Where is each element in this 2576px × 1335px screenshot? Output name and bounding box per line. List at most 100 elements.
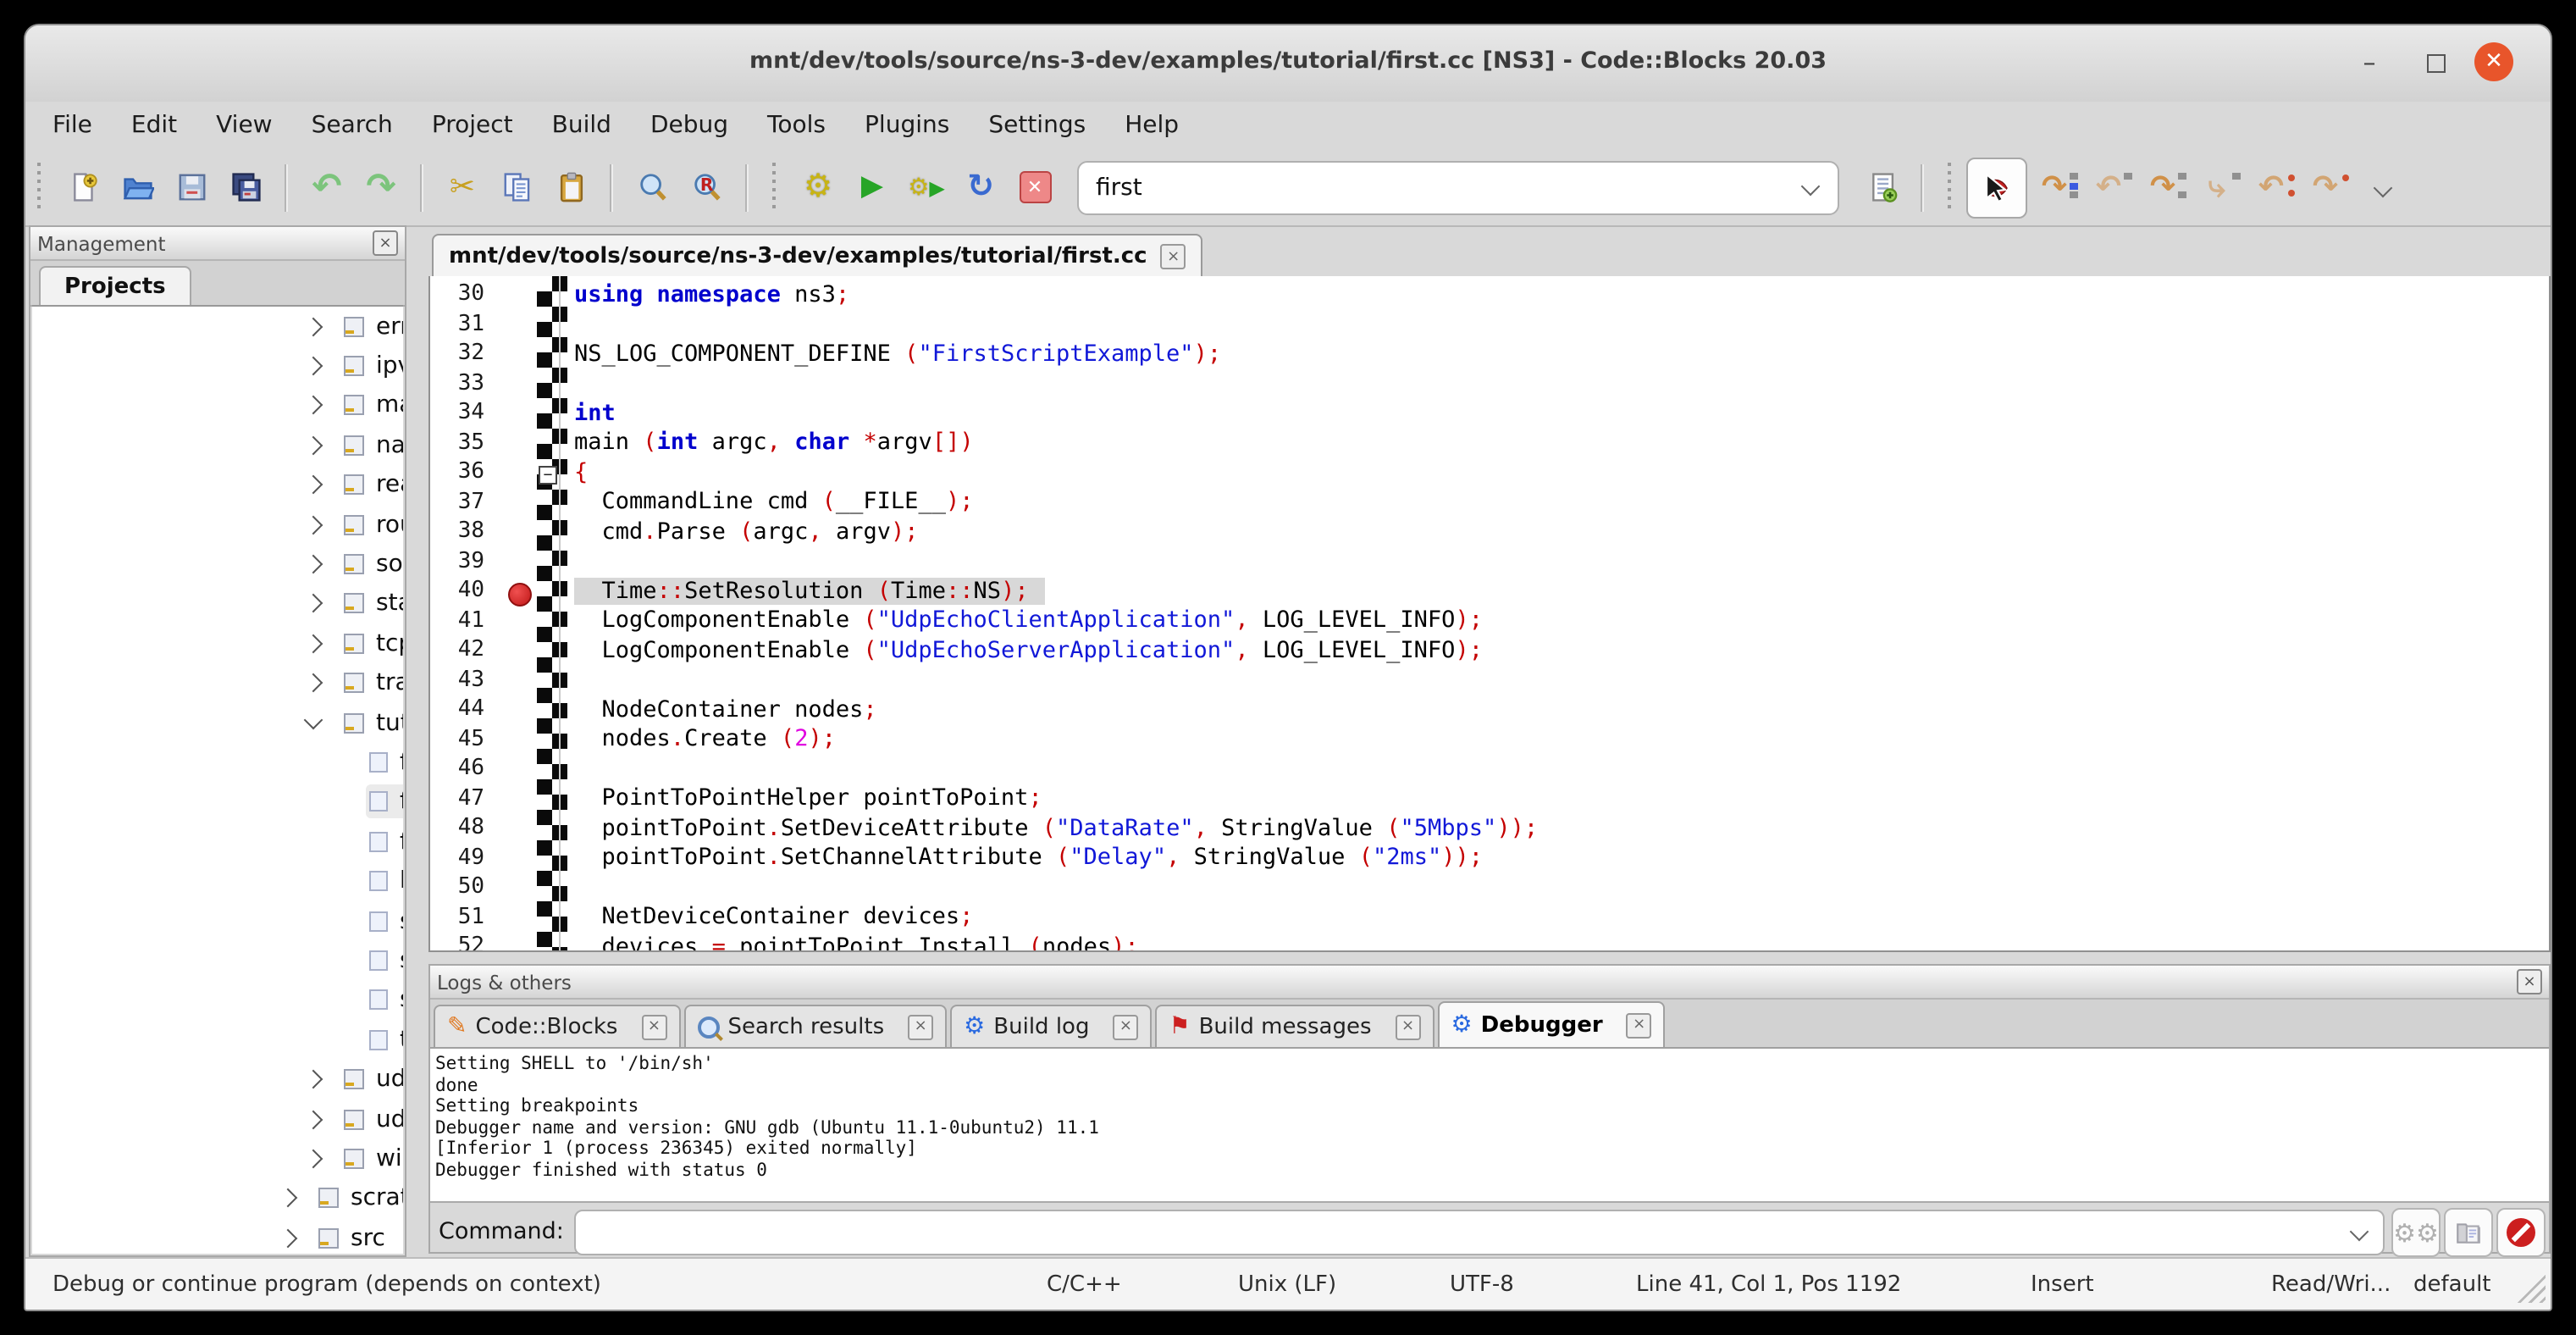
chevron-right-icon[interactable]: [304, 1110, 323, 1129]
line-number[interactable]: 37: [430, 490, 484, 515]
chevron-right-icon[interactable]: [304, 1149, 323, 1168]
chevron-right-icon[interactable]: [279, 1188, 298, 1208]
code-line-47[interactable]: 47 PointToPointHelper pointToPoint;: [430, 784, 2549, 813]
chevron-right-icon[interactable]: [304, 515, 323, 535]
code-line-37[interactable]: 37 CommandLine cmd (__FILE__);: [430, 487, 2549, 517]
code-line-49[interactable]: 49 pointToPoint.SetChannelAttribute ("De…: [430, 843, 2549, 872]
build-target-info-button[interactable]: [1855, 160, 1909, 214]
line-number[interactable]: 52: [430, 934, 484, 953]
code-editor[interactable]: 30using namespace ns3; 3132NS_LOG_COMPONE…: [428, 276, 2551, 952]
editor-tab-first-cc[interactable]: mnt/dev/tools/source/ns-3-dev/examples/t…: [432, 234, 1203, 278]
menu-help[interactable]: Help: [1125, 112, 1179, 139]
line-number[interactable]: 36: [430, 460, 484, 485]
tree-item-trafl[interactable]: trafl: [32, 663, 403, 703]
tree-item-ipv6[interactable]: ipv6: [32, 346, 403, 386]
line-number[interactable]: 46: [430, 756, 484, 782]
line-number[interactable]: 50: [430, 875, 484, 900]
close-icon[interactable]: ×: [2517, 969, 2542, 994]
code-line-30[interactable]: 30using namespace ns3;: [430, 280, 2549, 309]
chevron-right-icon[interactable]: [304, 435, 323, 455]
line-number[interactable]: 47: [430, 786, 484, 812]
code-line-40[interactable]: 40 Time::SetResolution (Time::NS);: [430, 576, 2549, 606]
code-line-45[interactable]: 45 nodes.Create (2);: [430, 724, 2549, 754]
close-button[interactable]: ✕: [2474, 42, 2513, 81]
code-line-33[interactable]: 33: [430, 368, 2549, 398]
line-number[interactable]: 49: [430, 845, 484, 871]
chevron-right-icon[interactable]: [304, 673, 323, 693]
toolbar-overflow-chevron[interactable]: [2374, 178, 2393, 197]
line-number[interactable]: 35: [430, 430, 484, 456]
menu-search[interactable]: Search: [312, 112, 393, 139]
close-icon[interactable]: ×: [1396, 1014, 1421, 1039]
log-tab-search-results[interactable]: Search results×: [683, 1005, 947, 1047]
line-number[interactable]: 39: [430, 549, 484, 574]
run-button[interactable]: ▶: [845, 160, 899, 214]
menu-plugins[interactable]: Plugins: [865, 112, 949, 139]
run-to-cursor-button[interactable]: ↷: [2027, 160, 2081, 214]
step-into-button[interactable]: ↷: [2136, 160, 2190, 214]
tree-item-fif[interactable]: fif: [32, 743, 403, 783]
log-tab-build-messages[interactable]: ⚑Build messages×: [1155, 1005, 1434, 1047]
fold-collapse-icon[interactable]: −: [539, 466, 557, 485]
minimize-button[interactable]: –: [2351, 44, 2388, 81]
code-line-46[interactable]: 46: [430, 754, 2549, 784]
tree-item-se[interactable]: se: [32, 901, 403, 941]
tree-item-rout[interactable]: rout: [32, 505, 403, 545]
save-file-button[interactable]: [164, 160, 218, 214]
tree-item-stat[interactable]: stat: [32, 584, 403, 623]
tab-projects[interactable]: Projects: [39, 266, 191, 307]
close-icon[interactable]: ×: [1113, 1014, 1138, 1039]
next-instruction-button[interactable]: ↶: [2244, 160, 2298, 214]
line-number[interactable]: 34: [430, 401, 484, 426]
undo-button[interactable]: ↶: [300, 160, 354, 214]
step-into-instruction-button[interactable]: ↷: [2298, 160, 2352, 214]
close-icon[interactable]: ×: [641, 1014, 666, 1039]
log-tab-build-log[interactable]: ⚙Build log×: [950, 1005, 1152, 1047]
code-line-36[interactable]: 36{: [430, 457, 2549, 487]
code-line-34[interactable]: 34int: [430, 398, 2549, 428]
resize-grip[interactable]: [2512, 1269, 2546, 1303]
tree-item-six[interactable]: six: [32, 980, 403, 1020]
new-file-button[interactable]: [56, 160, 110, 214]
chevron-down-icon[interactable]: [304, 711, 323, 730]
code-line-32[interactable]: 32NS_LOG_COMPONENT_DEFINE ("FirstScriptE…: [430, 339, 2549, 368]
code-line-48[interactable]: 48 pointToPoint.SetDeviceAttribute ("Dat…: [430, 813, 2549, 843]
copy-button[interactable]: [489, 160, 544, 214]
chevron-right-icon[interactable]: [279, 1228, 298, 1248]
line-number[interactable]: 41: [430, 608, 484, 634]
line-number[interactable]: 33: [430, 371, 484, 396]
tree-item-he[interactable]: he: [32, 861, 403, 901]
code-line-31[interactable]: 31: [430, 309, 2549, 339]
toolbar-grip[interactable]: [36, 162, 44, 213]
close-icon[interactable]: ×: [1161, 244, 1186, 269]
replace-button[interactable]: R: [679, 160, 733, 214]
line-number[interactable]: 42: [430, 638, 484, 663]
redo-button[interactable]: ↷: [354, 160, 408, 214]
code-line-44[interactable]: 44 NodeContainer nodes;: [430, 695, 2549, 724]
build-and-run-button[interactable]: ⚙▶: [899, 160, 954, 214]
menu-view[interactable]: View: [216, 112, 272, 139]
menu-file[interactable]: File: [53, 112, 92, 139]
chevron-right-icon[interactable]: [304, 357, 323, 376]
line-number[interactable]: 31: [430, 312, 484, 337]
tree-item-tcp[interactable]: tcp: [32, 623, 403, 663]
tree-item-erro[interactable]: erro: [32, 307, 403, 346]
tree-item-scratch[interactable]: scratch: [32, 1178, 403, 1218]
find-button[interactable]: [625, 160, 679, 214]
menu-project[interactable]: Project: [432, 112, 513, 139]
menu-tools[interactable]: Tools: [767, 112, 826, 139]
line-number[interactable]: 51: [430, 905, 484, 930]
close-icon[interactable]: ×: [373, 230, 398, 256]
tree-item-nam[interactable]: nam: [32, 425, 403, 465]
code-line-50[interactable]: 50: [430, 872, 2549, 902]
line-number[interactable]: 43: [430, 668, 484, 693]
debug-settings-button[interactable]: ⚙⚙: [2391, 1208, 2441, 1257]
tree-item-fir[interactable]: fir: [32, 782, 403, 822]
toolbar-grip[interactable]: [771, 162, 779, 213]
stop-debugger-button[interactable]: [2496, 1208, 2546, 1257]
menu-build[interactable]: Build: [552, 112, 611, 139]
log-tab-debugger[interactable]: ⚙Debugger×: [1438, 1001, 1666, 1047]
code-line-43[interactable]: 43: [430, 665, 2549, 695]
line-number[interactable]: 30: [430, 282, 484, 307]
maximize-button[interactable]: [2412, 44, 2449, 81]
